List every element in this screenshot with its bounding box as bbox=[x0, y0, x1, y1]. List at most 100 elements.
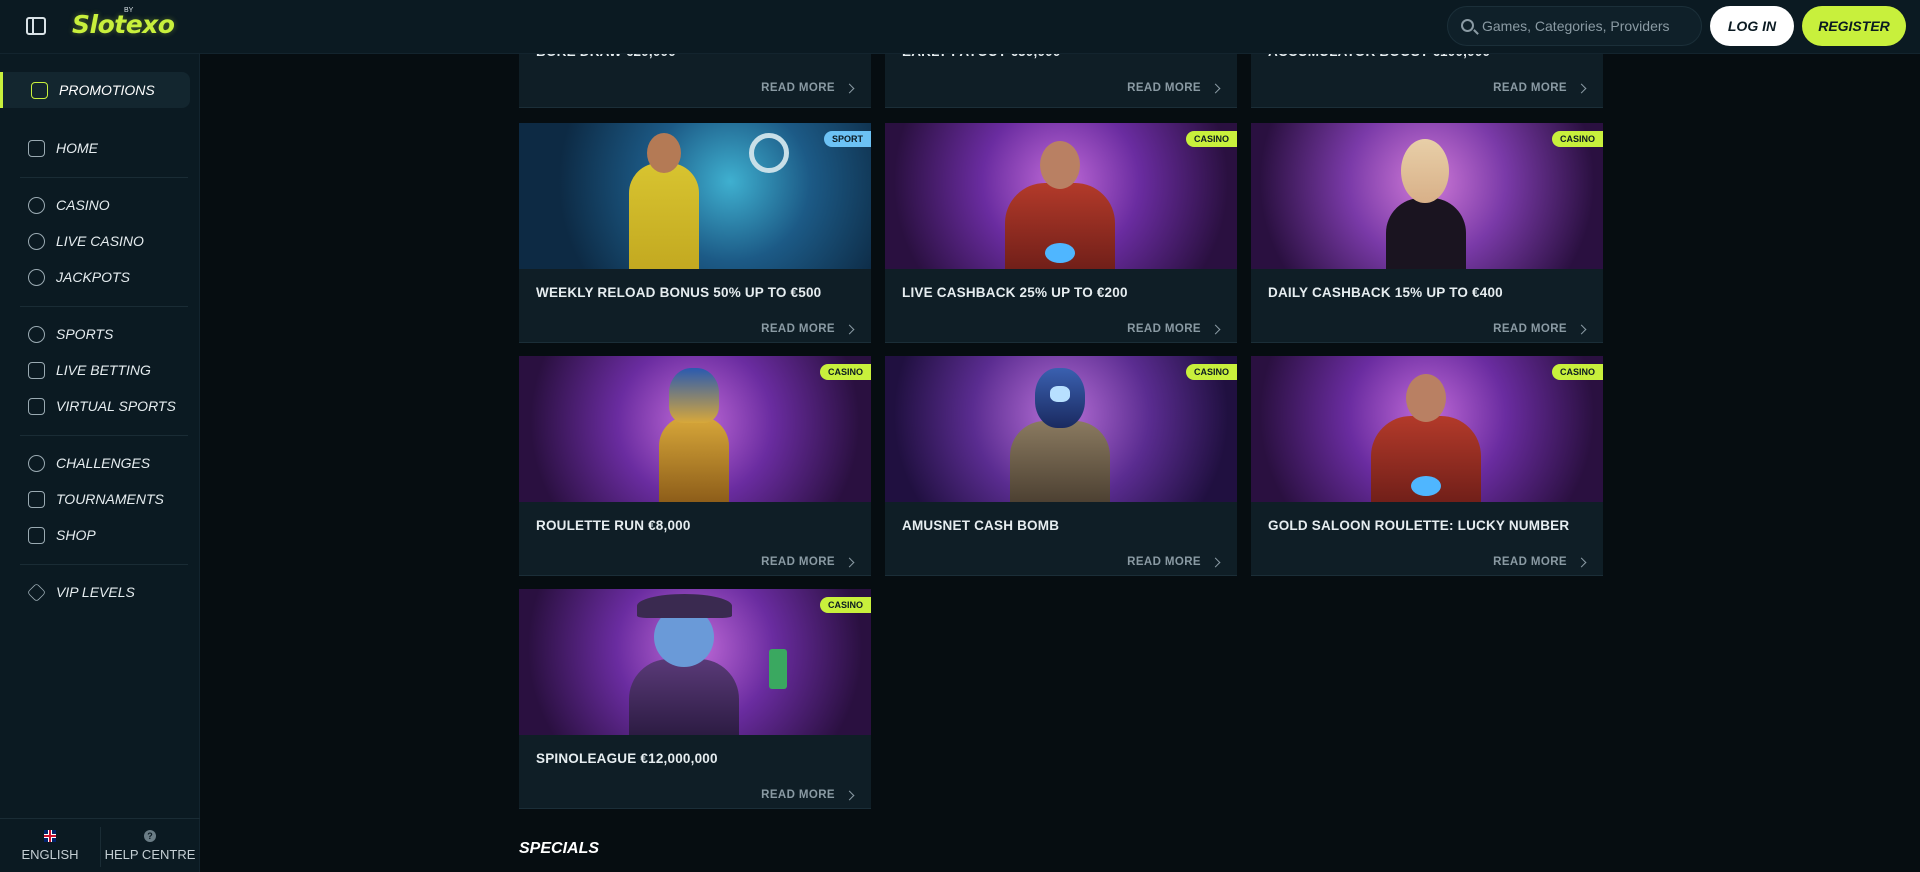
sidebar-item-vip-levels[interactable]: VIP LEVELS bbox=[0, 574, 190, 610]
chevron-right-icon bbox=[1210, 557, 1221, 567]
chevron-right-icon bbox=[1210, 324, 1221, 334]
promo-image-armored-knight bbox=[885, 356, 1237, 502]
help-icon: ? bbox=[144, 830, 156, 842]
top-header: Slotexo BY LOG IN REGISTER bbox=[0, 0, 1920, 54]
promo-title: SPINOLEAGUE €12,000,000 bbox=[536, 751, 718, 766]
chevron-right-icon bbox=[1576, 324, 1587, 334]
category-badge: CASINO bbox=[1185, 131, 1237, 147]
nav-divider bbox=[20, 306, 188, 307]
category-badge: SPORT bbox=[823, 131, 871, 147]
category-badge: CASINO bbox=[1185, 364, 1237, 380]
promo-image-space-soldier bbox=[885, 123, 1237, 269]
read-more-link[interactable]: READ MORE bbox=[1493, 556, 1587, 568]
promo-image-space-soldier-2 bbox=[1251, 356, 1603, 502]
read-more-link[interactable]: READ MORE bbox=[1127, 556, 1221, 568]
trophy-icon bbox=[28, 490, 45, 508]
sidebar-item-virtual-sports[interactable]: VIRTUAL SPORTS bbox=[0, 388, 190, 424]
sidebar-item-label: TOURNAMENTS bbox=[56, 491, 164, 507]
read-more-link[interactable]: READ MORE bbox=[761, 556, 855, 568]
sidebar-item-label: HOME bbox=[56, 140, 98, 156]
sidebar-item-label: VIP LEVELS bbox=[56, 584, 135, 600]
sidebar-item-casino[interactable]: CASINO bbox=[0, 187, 190, 223]
logo[interactable]: Slotexo bbox=[72, 10, 175, 42]
nav-divider bbox=[20, 177, 188, 178]
nav-divider bbox=[20, 435, 188, 436]
play-icon bbox=[28, 361, 45, 379]
specials-heading: SPECIALS bbox=[519, 840, 600, 857]
read-more-link[interactable]: READ MORE bbox=[1493, 323, 1587, 335]
category-badge: CASINO bbox=[1551, 364, 1603, 380]
sidebar-item-label: CHALLENGES bbox=[56, 455, 151, 471]
promo-card[interactable]: SPORT WEEKLY RELOAD BONUS 50% UP TO €500… bbox=[519, 123, 871, 343]
sidebar-item-sports[interactable]: SPORTS bbox=[0, 316, 190, 352]
sidebar-item-label: LIVE BETTING bbox=[56, 362, 151, 378]
chevron-right-icon bbox=[1576, 83, 1587, 93]
sidebar-item-live-casino[interactable]: LIVE CASINO bbox=[0, 223, 190, 259]
help-label: HELP CENTRE bbox=[104, 847, 196, 862]
promo-title: GOLD SALOON ROULETTE: LUCKY NUMBER bbox=[1268, 518, 1570, 533]
sidebar-item-home[interactable]: HOME bbox=[0, 130, 190, 166]
promo-image-tennis-player bbox=[519, 123, 871, 269]
promo-title: WEEKLY RELOAD BONUS 50% UP TO €500 bbox=[536, 285, 822, 300]
search-input[interactable] bbox=[1482, 7, 1692, 45]
search-box[interactable] bbox=[1447, 6, 1702, 46]
language-label: ENGLISH bbox=[21, 847, 79, 862]
read-more-link[interactable]: READ MORE bbox=[1127, 82, 1221, 94]
promo-card[interactable]: CASINO SPINOLEAGUE €12,000,000 READ MORE bbox=[519, 589, 871, 809]
promo-card[interactable]: CASINO DAILY CASHBACK 15% UP TO €400 REA… bbox=[1251, 123, 1603, 343]
sidebar-toggle-icon[interactable] bbox=[26, 17, 46, 35]
target-icon bbox=[28, 454, 45, 472]
register-button[interactable]: REGISTER bbox=[1802, 6, 1906, 46]
sidebar-item-label: LIVE CASINO bbox=[56, 233, 144, 249]
sidebar-item-challenges[interactable]: CHALLENGES bbox=[0, 445, 190, 481]
language-selector[interactable]: ENGLISH bbox=[0, 819, 100, 872]
sidebar-item-live-betting[interactable]: LIVE BETTING bbox=[0, 352, 190, 388]
sidebar-item-label: CASINO bbox=[56, 197, 110, 213]
promo-card[interactable]: CASINO LIVE CASHBACK 25% UP TO €200 READ… bbox=[885, 123, 1237, 343]
category-badge: CASINO bbox=[819, 597, 871, 613]
chevron-right-icon bbox=[844, 83, 855, 93]
sidebar-item-tournaments[interactable]: TOURNAMENTS bbox=[0, 481, 190, 517]
search-icon bbox=[1461, 19, 1474, 32]
sidebar-item-label: VIRTUAL SPORTS bbox=[56, 398, 176, 414]
help-centre-link[interactable]: ? HELP CENTRE bbox=[100, 819, 200, 872]
promo-card[interactable]: CASINO GOLD SALOON ROULETTE: LUCKY NUMBE… bbox=[1251, 356, 1603, 576]
gamepad-icon bbox=[28, 397, 45, 415]
sidebar-item-label: SPORTS bbox=[56, 326, 114, 342]
sidebar-footer: ENGLISH ? HELP CENTRE bbox=[0, 818, 200, 872]
sidebar-item-promotions[interactable]: PROMOTIONS bbox=[0, 72, 190, 108]
gift-icon bbox=[31, 81, 48, 99]
sidebar: PROMOTIONS HOME CASINO LIVE CASINO JACKP… bbox=[0, 54, 200, 872]
promo-image-cleopatra bbox=[519, 356, 871, 502]
shop-icon bbox=[28, 526, 45, 544]
chevron-right-icon bbox=[844, 324, 855, 334]
read-more-link[interactable]: READ MORE bbox=[761, 789, 855, 801]
promo-title: LIVE CASHBACK 25% UP TO €200 bbox=[902, 285, 1128, 300]
spade-icon bbox=[28, 232, 45, 250]
promo-title: AMUSNET CASH BOMB bbox=[902, 518, 1060, 533]
login-button[interactable]: LOG IN bbox=[1710, 6, 1794, 46]
nav-divider bbox=[20, 564, 188, 565]
chevron-right-icon bbox=[844, 790, 855, 800]
promo-title: DAILY CASHBACK 15% UP TO €400 bbox=[1268, 285, 1503, 300]
promo-image-dealer-woman bbox=[1251, 123, 1603, 269]
category-badge: CASINO bbox=[819, 364, 871, 380]
category-badge: CASINO bbox=[1551, 131, 1603, 147]
read-more-link[interactable]: READ MORE bbox=[761, 323, 855, 335]
promo-card[interactable]: CASINO ROULETTE RUN €8,000 READ MORE bbox=[519, 356, 871, 576]
uk-flag-icon bbox=[44, 830, 56, 842]
read-more-link[interactable]: READ MORE bbox=[1493, 82, 1587, 94]
sidebar-item-shop[interactable]: SHOP bbox=[0, 517, 190, 553]
sidebar-item-label: SHOP bbox=[56, 527, 96, 543]
chevron-right-icon bbox=[1210, 83, 1221, 93]
soccer-ball-icon bbox=[28, 325, 45, 343]
chevron-right-icon bbox=[1576, 557, 1587, 567]
read-more-link[interactable]: READ MORE bbox=[1127, 323, 1221, 335]
read-more-link[interactable]: READ MORE bbox=[761, 82, 855, 94]
promo-title: ROULETTE RUN €8,000 bbox=[536, 518, 691, 533]
logo-text: Slotexo bbox=[72, 10, 175, 39]
sidebar-item-label: JACKPOTS bbox=[56, 269, 130, 285]
promo-card[interactable]: CASINO AMUSNET CASH BOMB READ MORE bbox=[885, 356, 1237, 576]
chevron-right-icon bbox=[844, 557, 855, 567]
sidebar-item-jackpots[interactable]: JACKPOTS bbox=[0, 259, 190, 295]
